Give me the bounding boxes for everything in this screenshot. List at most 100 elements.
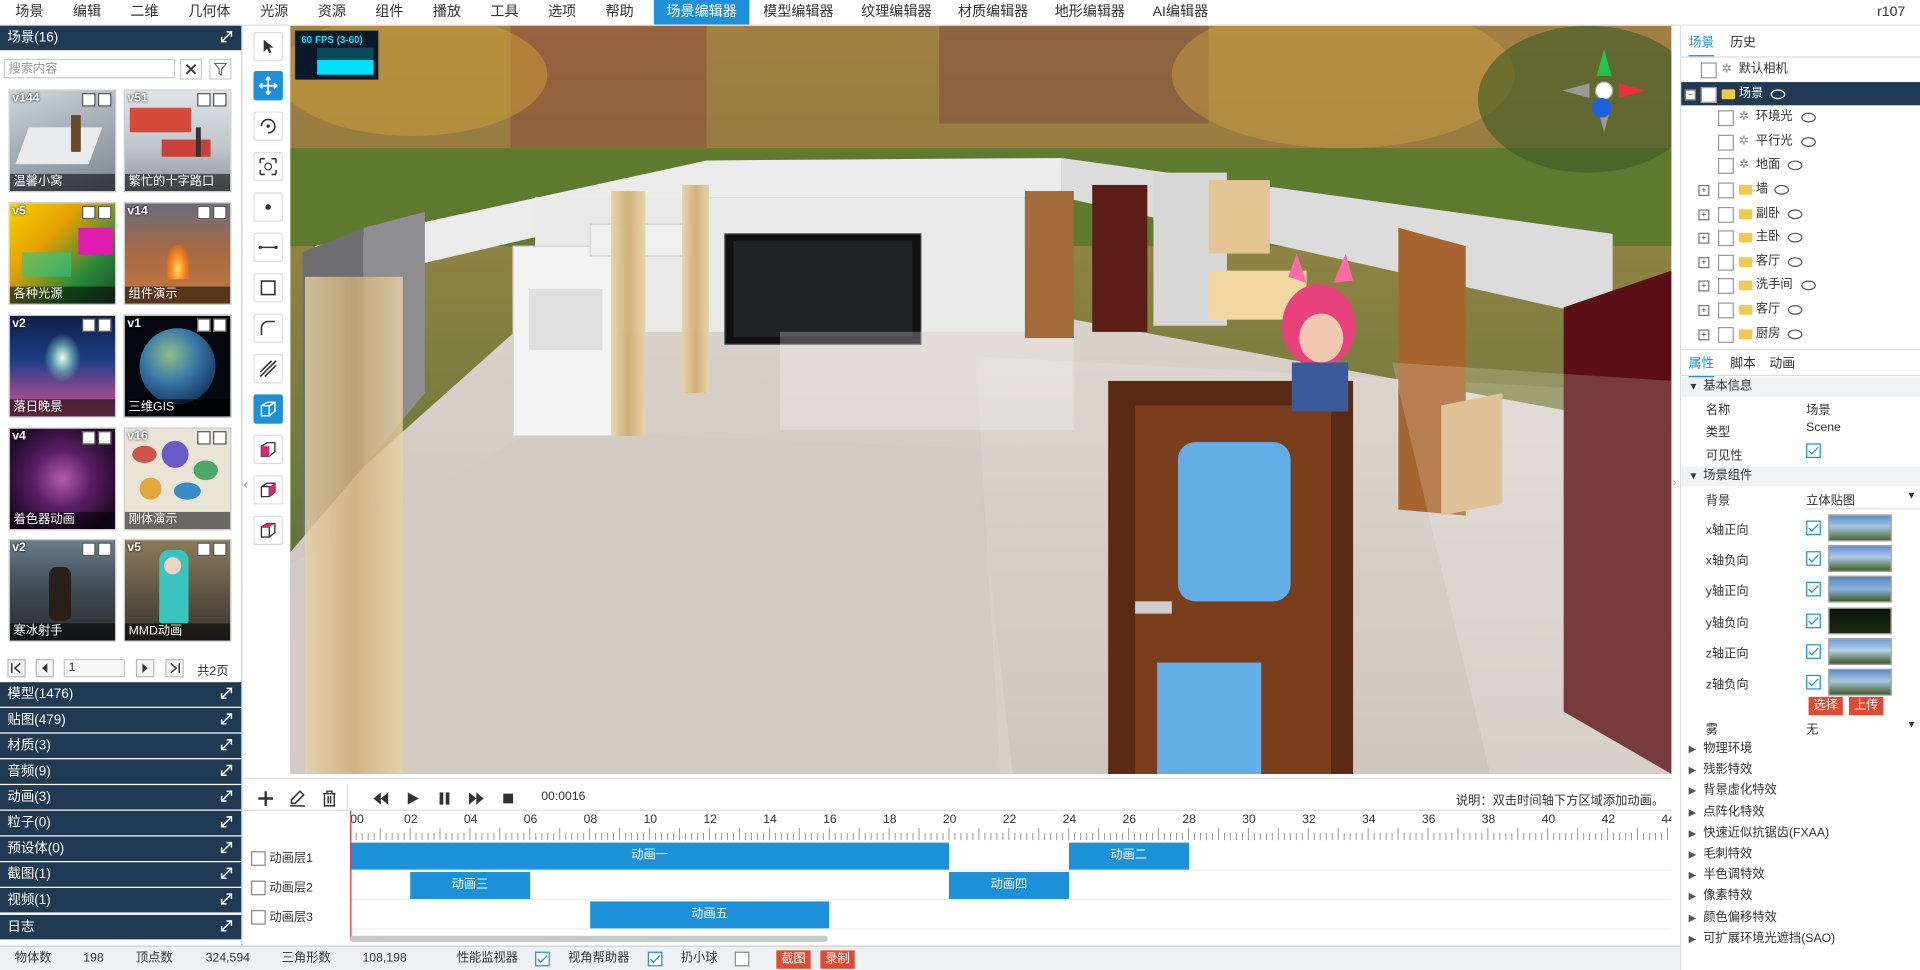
- cube-side-tool[interactable]: [253, 475, 283, 505]
- curve-tool[interactable]: [253, 313, 283, 343]
- menu-texture-editor[interactable]: 纹理编辑器: [851, 0, 942, 24]
- effect-section[interactable]: ▶ 毛刺特效: [1681, 844, 1920, 865]
- record-button[interactable]: 录制: [820, 950, 855, 969]
- cube-face-checkbox[interactable]: [1806, 582, 1821, 597]
- rewind-icon[interactable]: [371, 789, 391, 809]
- category-animations[interactable]: 动画(3): [0, 785, 242, 810]
- last-page-button[interactable]: [165, 658, 184, 678]
- 3d-viewport[interactable]: 60 FPS (3-60): [290, 25, 1672, 775]
- category-audio[interactable]: 音频(9): [0, 759, 242, 784]
- layer-row-2[interactable]: 动画层2: [251, 877, 313, 896]
- tree-checkbox[interactable]: [1700, 62, 1717, 79]
- delete-icon[interactable]: [320, 789, 340, 809]
- menu-scene-editor[interactable]: 场景编辑器: [653, 0, 750, 25]
- scene-list-header[interactable]: 场景(16): [0, 25, 242, 51]
- expand-plus-icon[interactable]: +: [1698, 232, 1710, 244]
- category-videos[interactable]: 视频(1): [0, 887, 242, 913]
- prev-page-button[interactable]: [35, 658, 54, 678]
- effect-section[interactable]: ▶ 可扩展环境光遮挡(SAO): [1681, 928, 1920, 949]
- first-page-button[interactable]: [7, 658, 26, 678]
- select-button[interactable]: 选择: [1808, 696, 1843, 716]
- category-textures[interactable]: 贴图(479): [0, 707, 242, 733]
- expand-icon[interactable]: [220, 764, 233, 777]
- tree-item[interactable]: + 客厅: [1681, 250, 1920, 273]
- effect-section[interactable]: ▶ 颜色偏移特效: [1681, 907, 1920, 928]
- search-input[interactable]: 搜索内容: [3, 58, 176, 79]
- menu-help[interactable]: 帮助: [595, 0, 644, 24]
- eye-icon[interactable]: [1787, 208, 1803, 219]
- cube-face-checkbox[interactable]: [1806, 674, 1821, 690]
- menu-model-editor[interactable]: 模型编辑器: [753, 0, 844, 24]
- expand-icon[interactable]: [220, 739, 233, 751]
- filter-button[interactable]: [209, 58, 232, 80]
- expand-icon[interactable]: [220, 841, 233, 854]
- effect-section[interactable]: ▶ 背景虚化特效: [1681, 781, 1920, 802]
- playhead[interactable]: [350, 810, 352, 941]
- expand-icon[interactable]: [220, 31, 233, 43]
- name-input[interactable]: 场景: [1806, 399, 1830, 417]
- visible-checkbox[interactable]: [1806, 443, 1821, 459]
- category-models[interactable]: 模型(1476): [0, 682, 242, 707]
- category-materials[interactable]: 材质(3): [0, 733, 242, 759]
- delete-icon[interactable]: [97, 93, 112, 107]
- tab-history[interactable]: 历史: [1730, 33, 1756, 51]
- scene-thumb-8[interactable]: v16 刚体演示: [123, 427, 232, 531]
- effect-section[interactable]: ▶ 像素特效: [1681, 886, 1920, 907]
- expand-icon[interactable]: [220, 920, 233, 932]
- effect-section[interactable]: ▶ 点阵化特效: [1681, 802, 1920, 823]
- next-page-button[interactable]: [135, 658, 155, 678]
- tree-checkbox[interactable]: [1717, 254, 1734, 271]
- edit-icon[interactable]: [82, 431, 96, 445]
- collapse-right-icon[interactable]: ›: [1673, 476, 1677, 489]
- eye-icon[interactable]: [1801, 136, 1816, 147]
- tree-item[interactable]: + 厨房: [1681, 322, 1920, 345]
- scene-thumb-10[interactable]: v5 MMD动画: [123, 538, 232, 642]
- expand-plus-icon[interactable]: +: [1698, 304, 1710, 316]
- cube-face-checkbox[interactable]: [1806, 643, 1821, 659]
- edit-icon[interactable]: [197, 318, 211, 332]
- background-select[interactable]: 立体贴图 ▼: [1806, 490, 1920, 510]
- timeline-scrollbar[interactable]: [350, 935, 828, 942]
- edit-icon[interactable]: [197, 542, 211, 557]
- delete-icon[interactable]: [213, 431, 227, 445]
- scene-thumb-1[interactable]: v144 温馨小窝: [8, 89, 117, 193]
- delete-icon[interactable]: [213, 205, 227, 220]
- collapse-minus-icon[interactable]: −: [1684, 88, 1696, 100]
- view-helper-checkbox[interactable]: [647, 951, 663, 967]
- menu-options[interactable]: 选项: [538, 0, 587, 24]
- category-screenshots[interactable]: 截图(1): [0, 862, 242, 887]
- edit-icon[interactable]: [82, 318, 96, 332]
- scene-thumb-6[interactable]: v1 三维GIS: [123, 314, 232, 418]
- fog-select[interactable]: 无 ▼: [1806, 719, 1920, 737]
- play-icon[interactable]: [403, 789, 423, 809]
- tree-item[interactable]: ✲ 环境光: [1681, 106, 1920, 129]
- category-prefabs[interactable]: 预设体(0): [0, 836, 242, 861]
- scene-thumb-7[interactable]: v4 着色器动画: [8, 427, 117, 531]
- tab-animation[interactable]: 动画: [1769, 354, 1795, 372]
- delete-icon[interactable]: [97, 318, 112, 332]
- cube-face-thumbnail[interactable]: [1828, 576, 1892, 604]
- expand-plus-icon[interactable]: +: [1698, 328, 1710, 340]
- animation-clip[interactable]: 动画五: [589, 901, 830, 929]
- tree-checkbox[interactable]: [1717, 302, 1734, 319]
- tab-script[interactable]: 脚本: [1730, 354, 1756, 372]
- upload-button[interactable]: 上传: [1848, 696, 1884, 716]
- cube-face-checkbox[interactable]: [1806, 551, 1821, 567]
- eye-icon[interactable]: [1770, 88, 1786, 99]
- page-input[interactable]: 1: [63, 658, 125, 678]
- edit-icon[interactable]: [197, 431, 211, 445]
- pause-icon[interactable]: [435, 789, 455, 809]
- menu-ai-editor[interactable]: AI编辑器: [1141, 0, 1219, 24]
- layer-checkbox[interactable]: [251, 910, 266, 926]
- expand-icon[interactable]: [220, 816, 233, 828]
- tree-checkbox[interactable]: [1717, 110, 1734, 127]
- tab-scene[interactable]: 场景: [1688, 33, 1715, 58]
- cube-face-thumbnail[interactable]: [1828, 514, 1892, 542]
- layer-row-1[interactable]: 动画层1: [251, 848, 313, 867]
- rotate-tool[interactable]: [253, 111, 283, 141]
- eye-icon[interactable]: [1801, 280, 1816, 291]
- scene-thumb-5[interactable]: v2 落日晚景: [8, 314, 117, 418]
- fast-forward-icon[interactable]: [467, 789, 487, 809]
- effect-section[interactable]: ▶ 残影特效: [1681, 760, 1920, 781]
- clear-search-button[interactable]: [180, 58, 203, 80]
